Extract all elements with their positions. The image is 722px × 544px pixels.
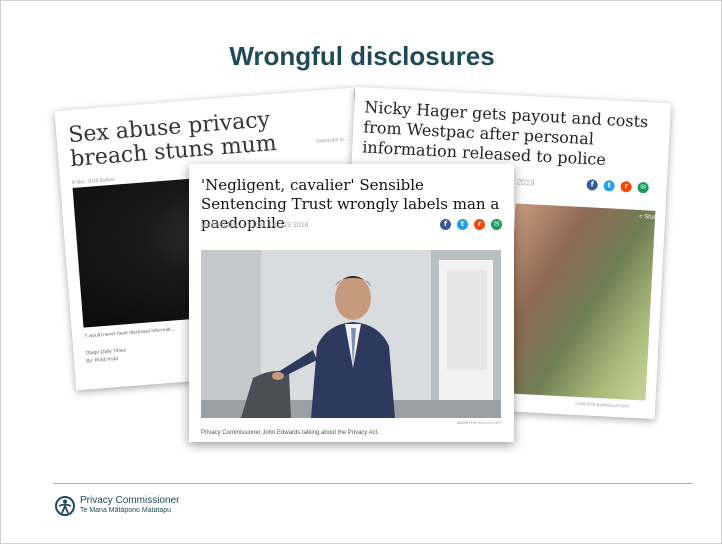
share-buttons: f t r ✉	[440, 219, 502, 230]
share-buttons: f t r ✉	[586, 179, 649, 194]
privacy-commissioner-logo-icon	[55, 496, 75, 516]
article-date: 2019	[516, 177, 535, 188]
footer-divider	[53, 483, 693, 484]
article-photo	[505, 203, 656, 401]
subscribe-text: Subscribe to ...	[316, 136, 350, 145]
article-caption: Privacy Commissioner John Edwards talkin…	[201, 430, 380, 436]
article-card-sensible-sentencing: 'Negligent, cavalier' Sensible Sentencin…	[189, 164, 514, 442]
facebook-icon: f	[586, 179, 598, 191]
article-headline: Sex abuse privacy breach stuns mum	[67, 107, 278, 173]
twitter-icon: t	[457, 219, 468, 230]
article-caption: "I would never have disclosed informati.…	[84, 326, 175, 340]
org-name: Privacy Commissioner	[80, 495, 180, 506]
share-link: < Share	[638, 213, 661, 222]
org-subtitle: Te Mana Mātāpono Matatapu	[80, 507, 172, 514]
article-headline: Nicky Hager gets payout and costs from W…	[361, 97, 649, 170]
article-byline: Michael Daly • 21:50, Dec 19 2018	[201, 222, 309, 229]
presentation-slide: Wrongful disclosures Sex abuse privacy b…	[0, 0, 722, 544]
email-icon: ✉	[491, 219, 502, 230]
privacy-commissioner-logo: Privacy Commissioner Te Mana Mātāpono Ma…	[55, 495, 179, 517]
source-author: By: Robb Kidd	[85, 355, 119, 365]
facebook-icon: f	[440, 219, 451, 230]
photo-credit: CAMERON BURNELL/STUFF	[575, 400, 630, 409]
slide-title: Wrongful disclosures	[229, 41, 495, 71]
email-icon: ✉	[637, 181, 649, 194]
reddit-icon: r	[474, 219, 485, 230]
photo-credit: MAARTEN HOLL/STUFF	[456, 420, 502, 425]
photo-illustration	[201, 250, 501, 418]
article-photo	[201, 250, 501, 418]
article-source: Otago Daily Times By: Robb Kidd	[85, 346, 127, 365]
reddit-icon: r	[620, 180, 632, 193]
twitter-icon: t	[603, 180, 615, 192]
logo-text: Privacy Commissioner Te Mana Mātāpono Ma…	[80, 496, 179, 516]
